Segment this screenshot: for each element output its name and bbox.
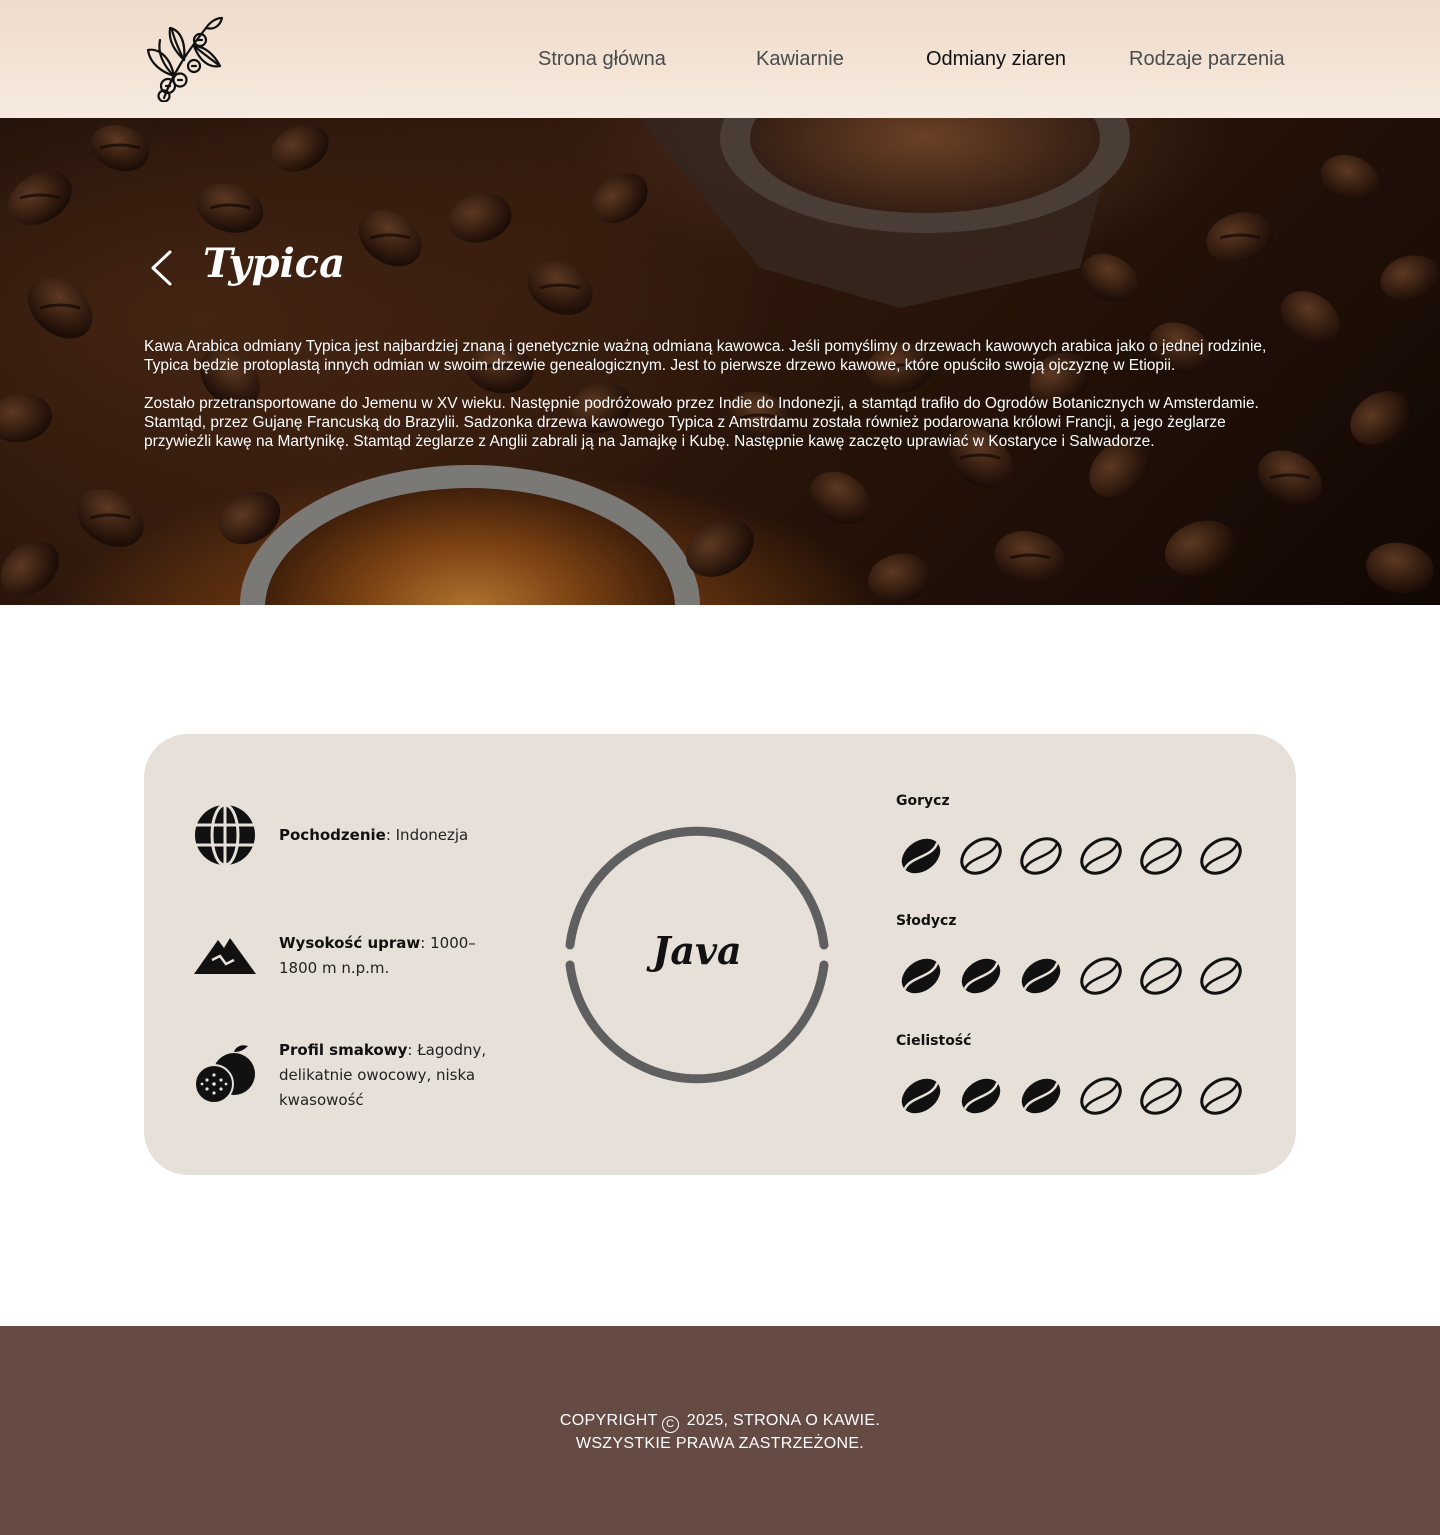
sweetness-rating bbox=[898, 953, 1248, 999]
copyright-icon: C bbox=[661, 1416, 679, 1433]
coffee-bean-empty-icon bbox=[1020, 837, 1062, 875]
variety-title: Typica bbox=[203, 240, 346, 287]
coffee-bean-filled-icon bbox=[901, 838, 941, 874]
sweetness-label: Słodycz bbox=[896, 913, 957, 929]
copyright-suffix: 2025, STRONA O KAWIE. bbox=[686, 1412, 881, 1429]
coffee-bean-empty-icon bbox=[1080, 957, 1122, 995]
globe-icon bbox=[195, 804, 255, 866]
coffee-bean-filled-icon bbox=[1021, 1078, 1061, 1114]
origin-label: Pochodzenie bbox=[279, 826, 386, 844]
coffee-bean-empty-icon bbox=[1140, 1077, 1182, 1115]
nav-item-bean-varieties[interactable]: Odmiany ziaren bbox=[926, 46, 1066, 72]
description-paragraph: Kawa Arabica odmiany Typica jest najbard… bbox=[144, 338, 1267, 374]
coffee-bean-filled-icon bbox=[961, 958, 1001, 994]
main-nav: Strona główna Kawiarnie Odmiany ziaren R… bbox=[0, 46, 1440, 74]
region-label: Java bbox=[652, 928, 742, 973]
rights-reserved: WSZYSTKIE PRAWA ZASTRZEŻONE. bbox=[575, 1435, 865, 1452]
coffee-bean-filled-icon bbox=[901, 958, 941, 994]
chevron-left-icon[interactable] bbox=[146, 249, 176, 287]
hero-section: Typica Kawa Arabica odmiany Typica jest … bbox=[0, 118, 1440, 605]
origin-value: : Indonezja bbox=[385, 826, 469, 844]
mountain-icon bbox=[194, 938, 256, 974]
flavor-info: Profil smakowy: Łagodny, delikatnie owoc… bbox=[279, 1038, 511, 1113]
nav-item-home[interactable]: Strona główna bbox=[538, 46, 666, 72]
variety-description: Kawa Arabica odmiany Typica jest najbard… bbox=[144, 337, 1294, 470]
bitterness-label: Gorycz bbox=[896, 793, 950, 809]
description-paragraph: Zostało przetransportowane do Jemenu w X… bbox=[144, 395, 1259, 450]
flavor-label: Profil smakowy bbox=[279, 1041, 408, 1059]
coffee-bean-empty-icon bbox=[1140, 957, 1182, 995]
origin-info: Pochodzenie: Indonezja bbox=[279, 823, 519, 848]
altitude-info: Wysokość upraw: 1000–1800 m n.p.m. bbox=[279, 931, 511, 981]
site-header: Strona główna Kawiarnie Odmiany ziaren R… bbox=[0, 0, 1440, 118]
fruit-icon bbox=[194, 1045, 255, 1104]
coffee-bean-empty-icon bbox=[960, 837, 1002, 875]
nav-item-cafes[interactable]: Kawiarnie bbox=[756, 46, 844, 72]
coffee-bean-empty-icon bbox=[1080, 1077, 1122, 1115]
site-footer: COPYRIGHT C 2025, STRONA O KAWIE. WSZYSTKI… bbox=[0, 1326, 1440, 1535]
coffee-bean-empty-icon bbox=[1200, 837, 1242, 875]
coffee-bean-filled-icon bbox=[901, 1078, 941, 1114]
coffee-bean-empty-icon bbox=[1200, 957, 1242, 995]
nav-item-brewing-methods[interactable]: Rodzaje parzenia bbox=[1129, 46, 1285, 72]
body-label: Cielistość bbox=[896, 1033, 972, 1049]
coffee-bean-empty-icon bbox=[1200, 1077, 1242, 1115]
altitude-label: Wysokość upraw bbox=[279, 934, 421, 952]
coffee-bean-empty-icon bbox=[1140, 837, 1182, 875]
variety-details-card: Pochodzenie: Indonezja Wysokość upraw: 1… bbox=[144, 734, 1296, 1175]
body-rating bbox=[898, 1073, 1248, 1119]
copyright-prefix: COPYRIGHT bbox=[559, 1412, 658, 1429]
coffee-bean-filled-icon bbox=[1021, 958, 1061, 994]
coffee-bean-filled-icon bbox=[961, 1078, 1001, 1114]
copyright-text: COPYRIGHT C 2025, STRONA O KAWIE. WSZYSTKI… bbox=[0, 1410, 1440, 1454]
coffee-bean-empty-icon bbox=[1080, 837, 1122, 875]
bitterness-rating bbox=[898, 833, 1248, 879]
